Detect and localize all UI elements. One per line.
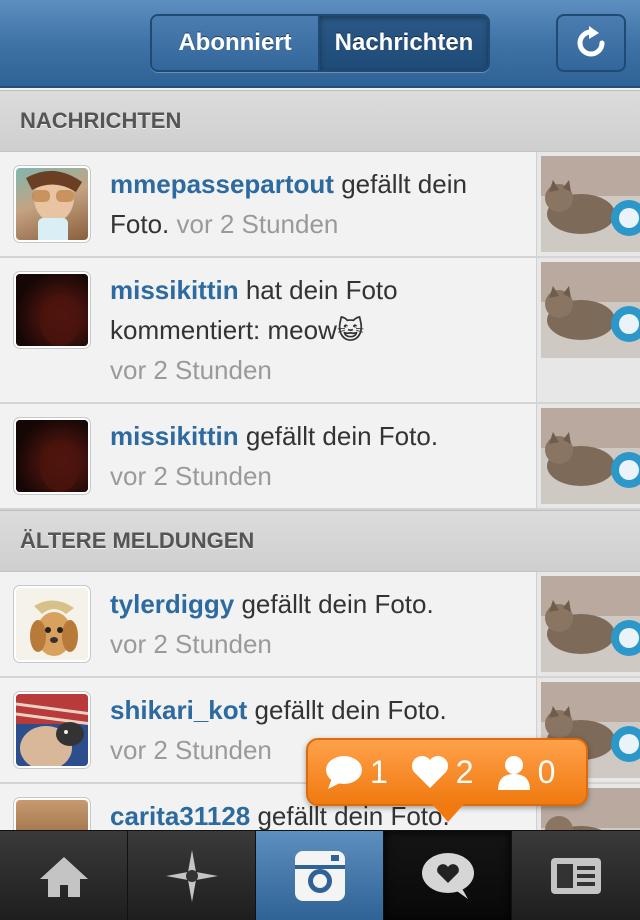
username-link[interactable]: carita31128 (110, 801, 250, 831)
username-link[interactable]: tylerdiggy (110, 589, 234, 619)
avatar[interactable] (14, 418, 90, 494)
tab-nachrichten[interactable]: Nachrichten (320, 16, 488, 70)
notification-text: missikittin hat dein Foto kommentiert: m… (110, 270, 522, 390)
list-item[interactable]: mmepassepartout gefällt dein Foto. vor 2… (0, 152, 640, 258)
timestamp: vor 2 Stunden (110, 461, 272, 491)
camera-icon (294, 851, 345, 901)
notification-text: mmepassepartout gefällt dein Foto. vor 2… (110, 164, 522, 244)
avatar[interactable] (14, 272, 90, 348)
notification-action: gefällt dein Foto. (234, 589, 434, 619)
notification-text: tylerdiggy gefällt dein Foto. vor 2 Stun… (110, 584, 522, 664)
avatar[interactable] (14, 586, 90, 662)
notification-action: gefällt dein Foto. (247, 695, 447, 725)
navigation-bar: Abonniert Nachrichten (0, 0, 640, 88)
photo-thumbnail-column (536, 404, 640, 508)
profile-icon (551, 858, 601, 894)
like-count: 2 (455, 753, 474, 790)
avatar-image (26, 170, 82, 240)
person-icon (497, 756, 530, 790)
avatar[interactable] (14, 692, 90, 768)
avatar-image (30, 600, 78, 656)
tab-bar (0, 830, 640, 920)
activity-notification-bubble[interactable]: 1 2 0 (306, 738, 588, 806)
timestamp: vor 2 Stunden (110, 355, 272, 385)
username-link[interactable]: missikittin (110, 421, 239, 451)
tab-news[interactable] (384, 831, 512, 920)
section-header-nachrichten: NACHRICHTEN (0, 90, 640, 152)
explore-icon (165, 850, 218, 902)
tab-home[interactable] (0, 831, 128, 920)
timestamp: vor 2 Stunden (110, 629, 272, 659)
photo-thumbnail-column (536, 152, 640, 256)
tab-explore[interactable] (128, 831, 256, 920)
follower-count: 0 (537, 753, 556, 790)
refresh-icon (577, 26, 605, 57)
username-link[interactable]: mmepassepartout (110, 169, 334, 199)
username-link[interactable]: shikari_kot (110, 695, 247, 725)
tab-abonniert[interactable]: Abonniert (152, 16, 320, 70)
timestamp: vor 2 Stunden (110, 735, 272, 765)
notification-action: gefällt dein Foto. (238, 421, 439, 451)
comment-count: 1 (370, 753, 388, 790)
bubble-tail (432, 804, 464, 822)
list-item[interactable]: missikittin hat dein Foto kommentiert: m… (0, 258, 640, 404)
list-item[interactable]: missikittin gefällt dein Foto. vor 2 Stu… (0, 404, 640, 510)
avatar-image (16, 420, 88, 492)
home-icon (39, 857, 88, 897)
avatar[interactable] (14, 166, 90, 242)
photo-thumbnail[interactable] (541, 156, 640, 252)
timestamp: vor 2 Stunden (176, 209, 339, 239)
list-item[interactable]: tylerdiggy gefällt dein Foto. vor 2 Stun… (0, 572, 640, 678)
app: Abonniert Nachrichten NACHRICHTEN mmepas… (0, 0, 640, 920)
heart-icon (411, 756, 448, 788)
avatar-image (16, 694, 88, 766)
photo-thumbnail-column (536, 572, 640, 676)
comment-icon (326, 756, 362, 789)
section-header-aeltere-meldungen: ÄLTERE MELDUNGEN (0, 510, 640, 572)
refresh-button[interactable] (556, 14, 626, 72)
photo-thumbnail[interactable] (541, 408, 640, 504)
news-icon (421, 853, 474, 899)
photo-thumbnail[interactable] (541, 262, 640, 358)
photo-thumbnail[interactable] (541, 576, 640, 672)
notification-text: missikittin gefällt dein Foto. vor 2 Stu… (110, 416, 522, 496)
photo-thumbnail-column (536, 258, 640, 402)
avatar-image (16, 274, 88, 346)
segmented-control: Abonniert Nachrichten (150, 14, 490, 72)
tab-camera[interactable] (256, 831, 384, 920)
username-link[interactable]: missikittin (110, 275, 239, 305)
tab-profile[interactable] (512, 831, 640, 920)
